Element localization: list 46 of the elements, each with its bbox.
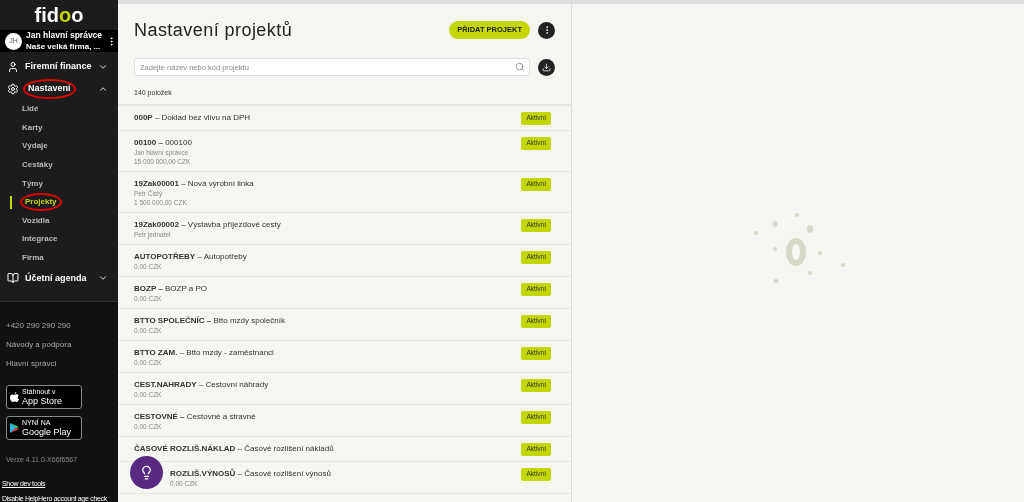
user-name: Jan hlavní správce: [26, 30, 103, 41]
nav-subitem[interactable]: Lidé: [22, 103, 39, 116]
lightbulb-icon: [139, 464, 154, 480]
project-title[interactable]: BTTO SPOLEČNÍC – Btto mzdy společník: [134, 314, 285, 326]
apple-icon: [10, 391, 19, 403]
project-title[interactable]: 19Zak00002 – Výstavba příjezdové cesty: [134, 218, 281, 230]
project-title[interactable]: CEST.NAHRADY – Cestovní náhrady: [134, 378, 269, 390]
company-name: Naše velká firma, ...: [26, 41, 102, 52]
play-icon: [10, 423, 19, 434]
help-button[interactable]: [130, 455, 163, 489]
download-button[interactable]: [538, 58, 555, 76]
search-icon: [515, 62, 525, 72]
sidebar-link[interactable]: Hlavní správci: [6, 358, 112, 371]
nav-subitem[interactable]: Vozidla: [22, 214, 50, 227]
download-icon: [542, 62, 551, 72]
settings-icon: [7, 83, 19, 95]
project-title[interactable]: AUTOPOTŘEBY – Autopotřeby: [134, 250, 247, 262]
project-title[interactable]: 00100 – 000100: [134, 136, 192, 148]
book-icon: [7, 272, 19, 285]
project-title[interactable]: BTTO ZAM. – Btto mzdy - zaměstnanci: [134, 346, 274, 358]
project-title[interactable]: ROZLIŠ.VÝNOSŮ – Časové rozlišení výnosů: [170, 467, 331, 479]
store-name: App Store: [22, 396, 63, 407]
nav-subitem[interactable]: Projekty: [22, 195, 60, 210]
store-name: Google Play: [22, 427, 72, 438]
sidebar-link[interactable]: +420 290 290 290: [6, 320, 112, 333]
nav-subitem[interactable]: Integrace: [22, 233, 58, 246]
nav-subitem[interactable]: Týmy: [22, 177, 43, 190]
chevron-up-icon[interactable]: [98, 84, 108, 94]
page-title: Nastavení projektů: [134, 18, 293, 42]
chevron-down-icon[interactable]: [98, 62, 108, 72]
logo: fidoo: [33, 3, 85, 28]
nav-item[interactable]: Firemní finance: [25, 60, 92, 74]
project-title[interactable]: 19Zak00001 – Nová výrobní linka: [134, 177, 254, 189]
project-title[interactable]: CESTOVNÉ – Cestovné a stravné: [134, 410, 256, 422]
nav-subitem[interactable]: Cestáky: [22, 159, 53, 172]
sidebar-link[interactable]: Návody a podpora: [6, 339, 112, 352]
nav-subitem[interactable]: Karty: [22, 121, 43, 134]
nav-subitem[interactable]: Výdaje: [22, 140, 48, 153]
nav-item[interactable]: Nastavení: [25, 81, 74, 97]
project-title[interactable]: ČASOVÉ ROZLIŠ.NÁKLAD – Časové rozlišení nákladů: [134, 442, 334, 454]
user-icon: [7, 61, 19, 73]
project-title[interactable]: BOZP – BOZP a PO: [134, 282, 208, 294]
project-title[interactable]: 000P – Doklad bez vlivu na DPH: [134, 111, 251, 123]
nav-subitem[interactable]: Firma: [22, 252, 44, 265]
more-button[interactable]: [538, 21, 555, 39]
nav-item[interactable]: Účetní agenda: [25, 271, 87, 286]
